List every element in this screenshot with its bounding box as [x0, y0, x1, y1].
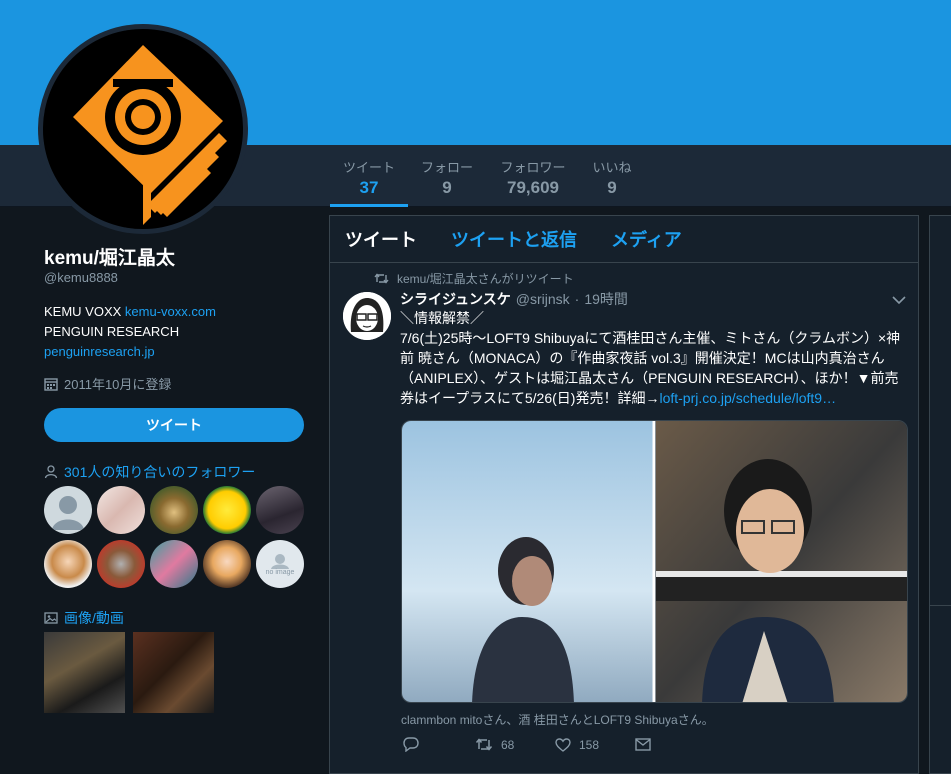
profile-name[interactable]: kemu/堀江晶太 [44, 243, 175, 270]
bio-text: KEMU VOXX [44, 304, 125, 319]
default-avatar-icon [52, 496, 84, 530]
follower-avatar[interactable] [150, 540, 198, 588]
reply-button[interactable] [403, 737, 475, 752]
follower-avatar[interactable] [150, 486, 198, 534]
tweet-time[interactable]: 19時間 [584, 289, 628, 309]
stat-tweets[interactable]: ツイート 37 [330, 145, 408, 207]
follower-avatar[interactable] [203, 486, 251, 534]
retweet-icon [475, 738, 493, 751]
media-thumbnail[interactable] [133, 632, 214, 713]
profile-handle[interactable]: @kemu8888 [44, 270, 118, 285]
stat-following-value: 9 [442, 178, 452, 197]
tweet-link[interactable]: loft-prj.co.jp/schedule/loft9… [659, 390, 836, 406]
tab-tweets-and-replies[interactable]: ツイートと返信 [451, 226, 577, 252]
followers-you-know[interactable]: 301人の知り合いのフォロワー [44, 462, 255, 482]
media-label[interactable]: 画像/動画 [64, 608, 124, 628]
tweet-author-avatar[interactable] [343, 292, 391, 340]
like-button[interactable]: 158 [555, 738, 635, 752]
follower-avatar[interactable] [97, 540, 145, 588]
follower-avatar[interactable]: no image [256, 540, 304, 588]
like-count: 158 [579, 737, 600, 752]
tweet-actions: 68 158 [403, 737, 651, 752]
stat-tweets-value: 37 [359, 178, 379, 197]
tab-media[interactable]: メディア [611, 226, 682, 252]
direct-message-button[interactable] [635, 738, 651, 751]
tweet-media[interactable] [401, 420, 908, 703]
stat-followers[interactable]: フォロワー 79,609 [496, 145, 570, 207]
tweet-author-name[interactable]: シライジュンスケ [400, 289, 511, 309]
tweet-button[interactable]: ツイート [44, 408, 304, 442]
follower-avatar[interactable] [44, 486, 92, 534]
image-icon [44, 612, 58, 624]
bio-band: PENGUIN RESEARCH [44, 324, 180, 339]
retweet-context-text[interactable]: kemu/堀江晶太さんがリツイート [397, 270, 574, 287]
profile-avatar[interactable] [38, 24, 248, 234]
stat-likes-label: いいね [592, 160, 632, 175]
tweet-text-line1: ＼情報解禁／ [400, 310, 484, 326]
stat-followers-label: フォロワー [500, 160, 566, 175]
retweet-button[interactable]: 68 [475, 738, 555, 752]
follower-avatar[interactable] [256, 486, 304, 534]
retweet-count: 68 [501, 737, 515, 752]
right-sidebar-card [929, 215, 951, 615]
tab-tweets[interactable]: ツイート [345, 226, 417, 252]
calendar-icon [44, 377, 58, 391]
tweet-author-handle[interactable]: @srijnsk [516, 291, 570, 307]
tweet-avatar-illustration [343, 292, 391, 340]
media-header[interactable]: 画像/動画 [44, 608, 124, 628]
follower-avatar[interactable] [44, 540, 92, 588]
person-icon [44, 465, 58, 479]
follower-avatar[interactable] [203, 540, 251, 588]
profile-bio: KEMU VOXX kemu-voxx.com PENGUIN RESEARCH… [44, 302, 216, 362]
tweet-text: ＼情報解禁／ 7/6(土)25時〜LOFT9 Shibuyaにて酒桂田さん主催、… [400, 308, 910, 408]
bio-link-kemu-voxx[interactable]: kemu-voxx.com [125, 304, 216, 319]
follower-avatar[interactable] [97, 486, 145, 534]
envelope-icon [635, 738, 651, 751]
right-sidebar-trends [929, 605, 951, 774]
stat-following[interactable]: フォロー 9 [416, 145, 478, 207]
reply-icon [403, 737, 419, 752]
timeline-tabs: ツイート ツイートと返信 メディア [330, 216, 918, 263]
joined-text: 2011年10月に登録 [64, 377, 172, 392]
no-image-label: no image [265, 568, 295, 576]
chevron-down-icon [892, 296, 906, 305]
bio-link-penguinresearch[interactable]: penguinresearch.jp [44, 342, 216, 362]
retweet-context: kemu/堀江晶太さんがリツイート [374, 270, 574, 287]
retweet-icon [374, 273, 389, 284]
media-thumbnail[interactable] [44, 632, 125, 713]
stat-likes[interactable]: いいね 9 [588, 145, 636, 207]
stat-likes-value: 9 [607, 178, 617, 197]
tweet-header: シライジュンスケ @srijnsk · 19時間 [400, 289, 628, 309]
heart-icon [555, 737, 571, 752]
kemu-logo-icon [43, 29, 243, 229]
stat-following-label: フォロー [420, 160, 473, 175]
followers-you-know-label[interactable]: 301人の知り合いのフォロワー [64, 462, 255, 482]
tweet-dot: · [574, 291, 580, 307]
tweet-tagged-users[interactable]: clammbon mitoさん、酒 桂田さんとLOFT9 Shibuyaさん。 [401, 711, 714, 728]
stat-tweets-label: ツイート [342, 160, 395, 175]
stat-followers-value: 79,609 [507, 178, 559, 197]
tweet-photos [402, 421, 907, 702]
joined-date: 2011年10月に登録 [44, 374, 171, 393]
timeline: ツイート ツイートと返信 メディア kemu/堀江晶太さんがリツイート シライジ… [329, 215, 919, 774]
no-image-icon [271, 553, 289, 569]
followers-grid: no image [44, 486, 309, 588]
